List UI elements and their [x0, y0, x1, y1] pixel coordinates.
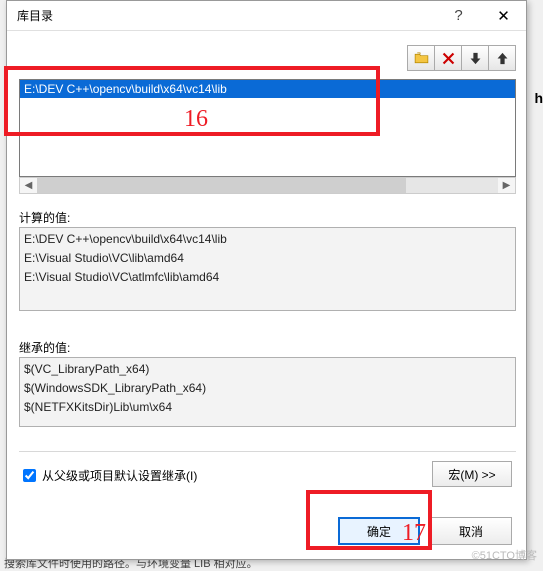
add-folder-button[interactable]	[407, 45, 435, 71]
inherit-checkbox-label: 从父级或项目默认设置继承(I)	[42, 467, 197, 484]
dialog-title: 库目录	[7, 7, 436, 24]
calculated-values-label: 计算的值:	[19, 209, 70, 226]
window-controls: ? ✕	[436, 1, 526, 30]
scroll-thumb[interactable]	[37, 178, 406, 193]
titlebar: 库目录 ? ✕	[7, 1, 526, 31]
separator	[19, 451, 516, 452]
macros-button[interactable]: 宏(M) >>	[432, 461, 512, 487]
inherited-value-row: $(WindowsSDK_LibraryPath_x64)	[24, 379, 511, 398]
library-directories-dialog: 库目录 ? ✕ E:\DEV C++\opencv\build\x64\vc14…	[6, 0, 527, 560]
folder-open-icon	[413, 50, 430, 67]
inherited-values-label: 继承的值:	[19, 339, 70, 356]
ok-button[interactable]: 确定	[338, 517, 420, 545]
path-list-item-selected[interactable]: E:\DEV C++\opencv\build\x64\vc14\lib	[20, 80, 515, 98]
cancel-button[interactable]: 取消	[430, 517, 512, 545]
scroll-left-icon[interactable]: ◀	[20, 178, 37, 193]
move-up-button[interactable]	[488, 45, 516, 71]
inherited-value-row: $(VC_LibraryPath_x64)	[24, 360, 511, 379]
scroll-right-icon[interactable]: ▶	[498, 178, 515, 193]
calculated-value-row: E:\DEV C++\opencv\build\x64\vc14\lib	[24, 230, 511, 249]
calculated-value-row: E:\Visual Studio\VC\atlmfc\lib\amd64	[24, 268, 511, 287]
close-button[interactable]: ✕	[481, 1, 526, 30]
move-down-button[interactable]	[461, 45, 489, 71]
dialog-footer: 确定 取消	[338, 517, 512, 545]
delete-button[interactable]	[434, 45, 462, 71]
inherited-values-box: $(VC_LibraryPath_x64) $(WindowsSDK_Libra…	[19, 357, 516, 427]
inherit-from-parent-row: 从父级或项目默认设置继承(I)	[19, 466, 197, 485]
path-list[interactable]: E:\DEV C++\opencv\build\x64\vc14\lib	[19, 79, 516, 177]
watermark: ©51CTO博客	[472, 547, 537, 563]
path-list-hscrollbar[interactable]: ◀ ▶	[19, 177, 516, 194]
path-toolbar	[407, 45, 516, 71]
cropped-background-char: h	[534, 90, 543, 106]
arrow-down-icon	[467, 50, 484, 67]
inherited-value-row: $(NETFXKitsDir)Lib\um\x64	[24, 398, 511, 417]
inherit-checkbox[interactable]	[23, 469, 36, 482]
arrow-up-icon	[494, 50, 511, 67]
calculated-value-row: E:\Visual Studio\VC\lib\amd64	[24, 249, 511, 268]
calculated-values-box: E:\DEV C++\opencv\build\x64\vc14\lib E:\…	[19, 227, 516, 311]
scroll-track[interactable]	[37, 178, 498, 193]
delete-x-icon	[440, 50, 457, 67]
help-button[interactable]: ?	[436, 1, 481, 30]
